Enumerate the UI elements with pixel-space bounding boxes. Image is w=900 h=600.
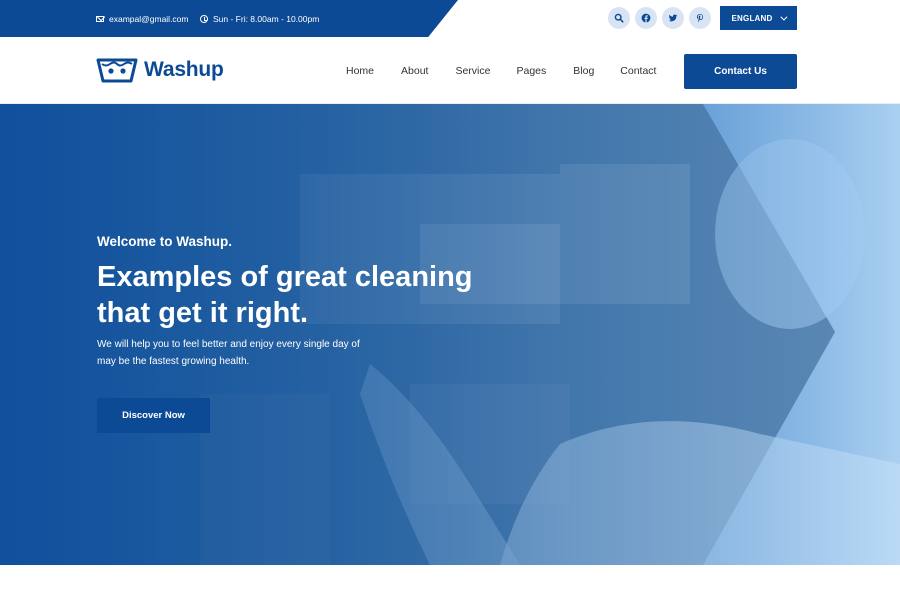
nav-pages[interactable]: Pages [516,65,546,77]
clock-icon [200,14,208,23]
hero-description-line-2: may be the fastest growing health. [97,356,250,367]
hero-description: We will help you to feel better and enjo… [97,336,397,370]
search-icon[interactable] [608,7,630,29]
discover-now-button[interactable]: Discover Now [97,398,210,433]
nav-about[interactable]: About [401,65,428,77]
chevron-down-icon [780,13,788,21]
email-text: exampal@gmail.com [109,13,189,24]
main-header: Washup Home About Service Pages Blog Con… [0,37,900,104]
hero-headline-line-2: that get it right. [97,297,309,329]
hero-headline: Examples of great cleaning that get it r… [97,259,517,331]
hero-background-image [0,104,900,565]
contact-us-button[interactable]: Contact Us [684,54,797,89]
logo[interactable]: Washup [96,57,224,83]
hero-headline-line-1: Examples of great cleaning [97,261,473,293]
language-label: ENGLAND [731,13,773,23]
mail-icon [96,15,104,22]
nav-service[interactable]: Service [455,65,490,77]
hero-welcome: Welcome to Washup. [97,234,233,249]
hero-description-line-1: We will help you to feel better and enjo… [97,339,360,350]
hero-section: Welcome to Washup. Examples of great cle… [0,104,900,565]
contact-email[interactable]: exampal@gmail.com [96,0,189,37]
logo-text: Washup [144,58,224,81]
facebook-icon[interactable] [635,7,657,29]
nav-home[interactable]: Home [346,65,374,77]
washing-machine-logo-icon [96,58,138,83]
nav-blog[interactable]: Blog [573,65,594,77]
top-bar: exampal@gmail.com Sun - Fri: 8.00am - 10… [0,0,900,37]
opening-hours: Sun - Fri: 8.00am - 10.00pm [200,0,319,37]
social-links [608,7,711,29]
page-bottom-band [0,565,900,600]
hours-text: Sun - Fri: 8.00am - 10.00pm [213,13,320,24]
language-selector[interactable]: ENGLAND [720,6,797,30]
twitter-icon[interactable] [662,7,684,29]
pinterest-icon[interactable] [689,7,711,29]
nav-contact[interactable]: Contact [620,65,656,77]
main-nav: Home About Service Pages Blog Contact [346,37,656,104]
